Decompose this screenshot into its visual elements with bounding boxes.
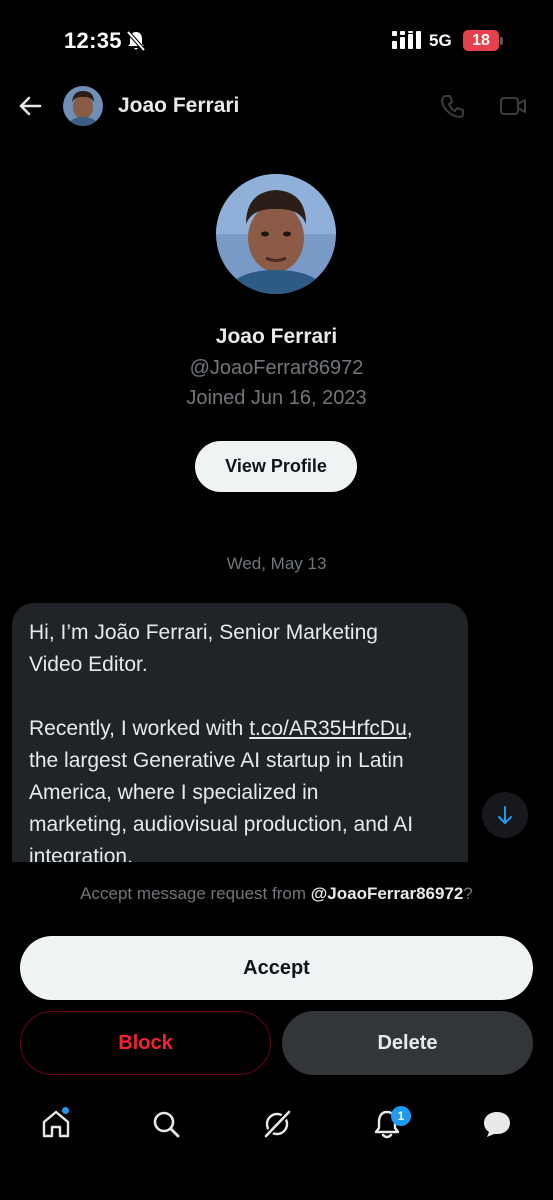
- message-line: America, where I specialized in: [29, 781, 319, 804]
- search-icon[interactable]: [150, 1108, 182, 1140]
- battery-level: 18: [463, 30, 499, 51]
- message-line: Recently, I worked with t.co/AR35HrfcDu,: [29, 713, 451, 745]
- avatar-image: [63, 86, 103, 126]
- accept-request-prompt: Accept message request from @JoaoFerrar8…: [0, 884, 553, 904]
- message-text: Hi, I’m João Ferrari, Senior Marketing V…: [29, 617, 451, 862]
- network-type: 5G: [429, 31, 452, 50]
- arrow-down-icon: [498, 806, 512, 824]
- scroll-down-button[interactable]: [482, 792, 528, 838]
- prompt-handle: @JoaoFerrar86972: [310, 884, 464, 903]
- phone-icon[interactable]: [440, 93, 466, 119]
- notification-count-badge: 1: [391, 1106, 411, 1126]
- back-arrow-icon[interactable]: [16, 92, 44, 120]
- message-link[interactable]: t.co/AR35HrfcDu: [249, 717, 407, 740]
- avatar[interactable]: [63, 86, 103, 126]
- status-time: 12:35: [64, 28, 122, 53]
- messages-icon[interactable]: [481, 1108, 513, 1140]
- bottom-nav: 1: [0, 1090, 553, 1200]
- message-line: Video Editor.: [29, 653, 148, 676]
- message-bubble[interactable]: Hi, I’m João Ferrari, Senior Marketing V…: [12, 603, 468, 862]
- header-title[interactable]: Joao Ferrari: [118, 94, 239, 118]
- conversation-header: Joao Ferrari: [0, 80, 553, 132]
- message-line: marketing, audiovisual production, and A…: [29, 813, 414, 836]
- grok-icon[interactable]: [261, 1108, 293, 1140]
- profile-name: Joao Ferrari: [215, 325, 338, 348]
- home-unread-dot: [61, 1106, 70, 1115]
- signal-icon: [392, 31, 421, 49]
- message-text-fragment: ,: [406, 717, 413, 740]
- bell-off-icon: [126, 30, 146, 52]
- video-icon[interactable]: [499, 94, 527, 118]
- profile-handle: @JoaoFerrar86972: [189, 357, 364, 379]
- battery-tip: [500, 37, 503, 45]
- message-line: integration.: [29, 845, 133, 862]
- accept-button[interactable]: Accept: [20, 936, 533, 1000]
- message-line: Hi, I’m João Ferrari, Senior Marketing: [29, 621, 378, 644]
- profile-avatar[interactable]: [216, 174, 336, 294]
- profile-joined-date: Joined Jun 16, 2023: [186, 387, 367, 409]
- profile-avatar-image: [216, 174, 336, 294]
- block-button[interactable]: Block: [20, 1011, 271, 1075]
- prompt-prefix: Accept message request from: [80, 884, 311, 903]
- message-line: the largest Generative AI startup in Lat…: [29, 749, 404, 772]
- delete-button[interactable]: Delete: [282, 1011, 533, 1075]
- view-profile-button[interactable]: View Profile: [195, 441, 357, 492]
- message-text-fragment: Recently, I worked with: [29, 717, 250, 740]
- status-bar: 12:35 5G 18: [0, 0, 553, 80]
- prompt-suffix: ?: [463, 884, 473, 903]
- date-separator: Wed, May 13: [226, 554, 327, 573]
